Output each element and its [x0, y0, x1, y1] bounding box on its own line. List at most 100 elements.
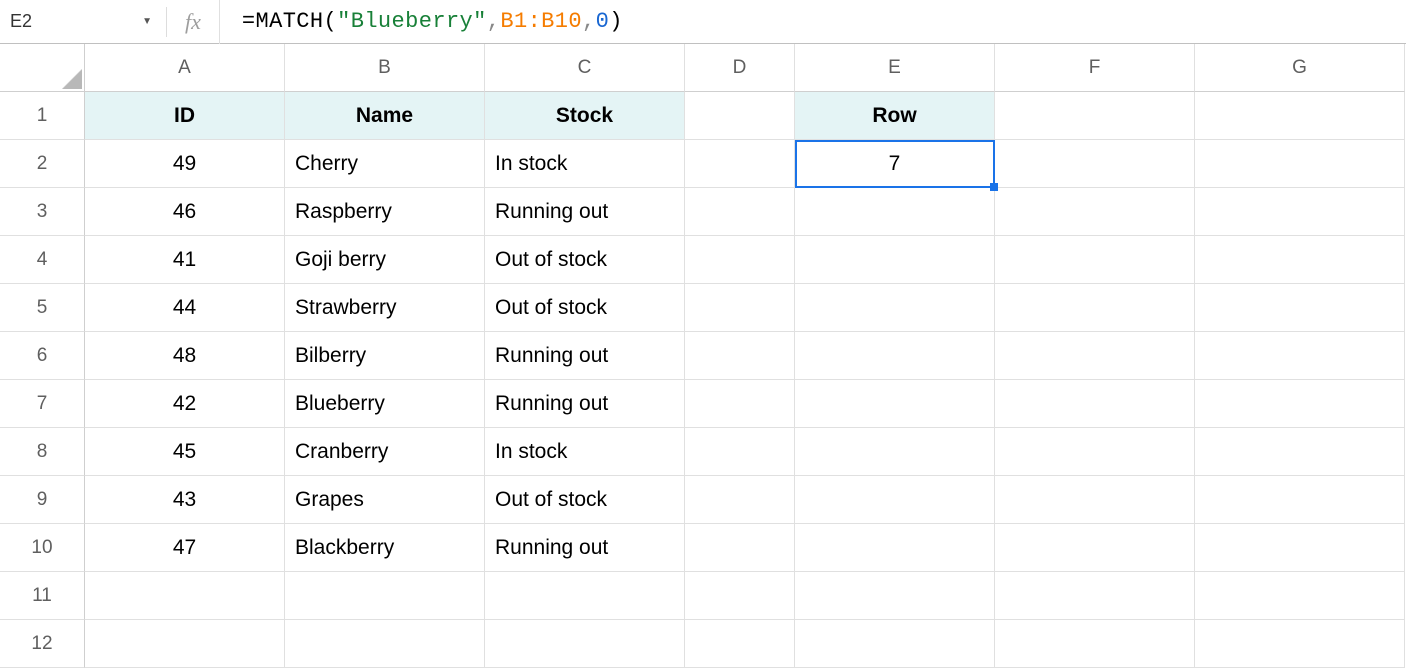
cell-A5[interactable]: 44: [85, 284, 285, 332]
cell-B10[interactable]: Blackberry: [285, 524, 485, 572]
column-header[interactable]: F: [995, 44, 1195, 92]
row-header[interactable]: 6: [0, 332, 85, 380]
cell-D10[interactable]: [685, 524, 795, 572]
cell-D1[interactable]: [685, 92, 795, 140]
row-header[interactable]: 2: [0, 140, 85, 188]
cell-D6[interactable]: [685, 332, 795, 380]
cell-G11[interactable]: [1195, 572, 1405, 620]
cell-G5[interactable]: [1195, 284, 1405, 332]
formula-input[interactable]: =MATCH("Blueberry",B1:B10,0): [220, 9, 623, 34]
row-header[interactable]: 1: [0, 92, 85, 140]
cell-B8[interactable]: Cranberry: [285, 428, 485, 476]
cell-G7[interactable]: [1195, 380, 1405, 428]
cell-A6[interactable]: 48: [85, 332, 285, 380]
cell-E10[interactable]: [795, 524, 995, 572]
column-header[interactable]: G: [1195, 44, 1405, 92]
cell-F1[interactable]: [995, 92, 1195, 140]
name-box[interactable]: E2 ▼: [0, 0, 160, 43]
cell-G10[interactable]: [1195, 524, 1405, 572]
cell-G3[interactable]: [1195, 188, 1405, 236]
cell-G2[interactable]: [1195, 140, 1405, 188]
column-header[interactable]: D: [685, 44, 795, 92]
cell-F6[interactable]: [995, 332, 1195, 380]
cell-B9[interactable]: Grapes: [285, 476, 485, 524]
cell-D12[interactable]: [685, 620, 795, 668]
cell-C5[interactable]: Out of stock: [485, 284, 685, 332]
row-header[interactable]: 3: [0, 188, 85, 236]
cell-G12[interactable]: [1195, 620, 1405, 668]
row-header[interactable]: 12: [0, 620, 85, 668]
cell-C10[interactable]: Running out: [485, 524, 685, 572]
cell-E7[interactable]: [795, 380, 995, 428]
row-header[interactable]: 11: [0, 572, 85, 620]
cell-G4[interactable]: [1195, 236, 1405, 284]
cell-D7[interactable]: [685, 380, 795, 428]
cell-C2[interactable]: In stock: [485, 140, 685, 188]
cell-C7[interactable]: Running out: [485, 380, 685, 428]
cell-C9[interactable]: Out of stock: [485, 476, 685, 524]
cell-B7[interactable]: Blueberry: [285, 380, 485, 428]
cell-B12[interactable]: [285, 620, 485, 668]
fx-icon[interactable]: fx: [173, 9, 219, 35]
cell-D5[interactable]: [685, 284, 795, 332]
row-header[interactable]: 10: [0, 524, 85, 572]
cell-D4[interactable]: [685, 236, 795, 284]
cell-A3[interactable]: 46: [85, 188, 285, 236]
cell-F3[interactable]: [995, 188, 1195, 236]
cell-A11[interactable]: [85, 572, 285, 620]
cell-B1[interactable]: Name: [285, 92, 485, 140]
cell-A10[interactable]: 47: [85, 524, 285, 572]
cell-F5[interactable]: [995, 284, 1195, 332]
row-header[interactable]: 7: [0, 380, 85, 428]
cell-B5[interactable]: Strawberry: [285, 284, 485, 332]
cell-C8[interactable]: In stock: [485, 428, 685, 476]
cell-B3[interactable]: Raspberry: [285, 188, 485, 236]
cell-A1[interactable]: ID: [85, 92, 285, 140]
cell-A7[interactable]: 42: [85, 380, 285, 428]
cell-E11[interactable]: [795, 572, 995, 620]
cell-D11[interactable]: [685, 572, 795, 620]
column-header[interactable]: B: [285, 44, 485, 92]
cell-C1[interactable]: Stock: [485, 92, 685, 140]
cell-E3[interactable]: [795, 188, 995, 236]
cell-E12[interactable]: [795, 620, 995, 668]
cell-F2[interactable]: [995, 140, 1195, 188]
cell-E4[interactable]: [795, 236, 995, 284]
select-all-corner[interactable]: [0, 44, 85, 92]
cell-F12[interactable]: [995, 620, 1195, 668]
cell-G1[interactable]: [1195, 92, 1405, 140]
cell-G6[interactable]: [1195, 332, 1405, 380]
row-header[interactable]: 4: [0, 236, 85, 284]
cell-A2[interactable]: 49: [85, 140, 285, 188]
cell-F11[interactable]: [995, 572, 1195, 620]
cell-A4[interactable]: 41: [85, 236, 285, 284]
cell-E5[interactable]: [795, 284, 995, 332]
row-header[interactable]: 5: [0, 284, 85, 332]
cell-B11[interactable]: [285, 572, 485, 620]
cell-F8[interactable]: [995, 428, 1195, 476]
cell-E1[interactable]: Row: [795, 92, 995, 140]
cell-C11[interactable]: [485, 572, 685, 620]
cell-B6[interactable]: Bilberry: [285, 332, 485, 380]
cell-C4[interactable]: Out of stock: [485, 236, 685, 284]
cell-A9[interactable]: 43: [85, 476, 285, 524]
cell-C12[interactable]: [485, 620, 685, 668]
cell-A8[interactable]: 45: [85, 428, 285, 476]
cell-F10[interactable]: [995, 524, 1195, 572]
row-header[interactable]: 8: [0, 428, 85, 476]
cell-A12[interactable]: [85, 620, 285, 668]
cell-C6[interactable]: Running out: [485, 332, 685, 380]
cell-E8[interactable]: [795, 428, 995, 476]
cell-E6[interactable]: [795, 332, 995, 380]
column-header[interactable]: C: [485, 44, 685, 92]
cell-F4[interactable]: [995, 236, 1195, 284]
cell-D2[interactable]: [685, 140, 795, 188]
cell-E2[interactable]: 7: [795, 140, 995, 188]
cell-G8[interactable]: [1195, 428, 1405, 476]
cell-G9[interactable]: [1195, 476, 1405, 524]
cell-D3[interactable]: [685, 188, 795, 236]
cell-E9[interactable]: [795, 476, 995, 524]
cell-F7[interactable]: [995, 380, 1195, 428]
cell-F9[interactable]: [995, 476, 1195, 524]
column-header[interactable]: A: [85, 44, 285, 92]
